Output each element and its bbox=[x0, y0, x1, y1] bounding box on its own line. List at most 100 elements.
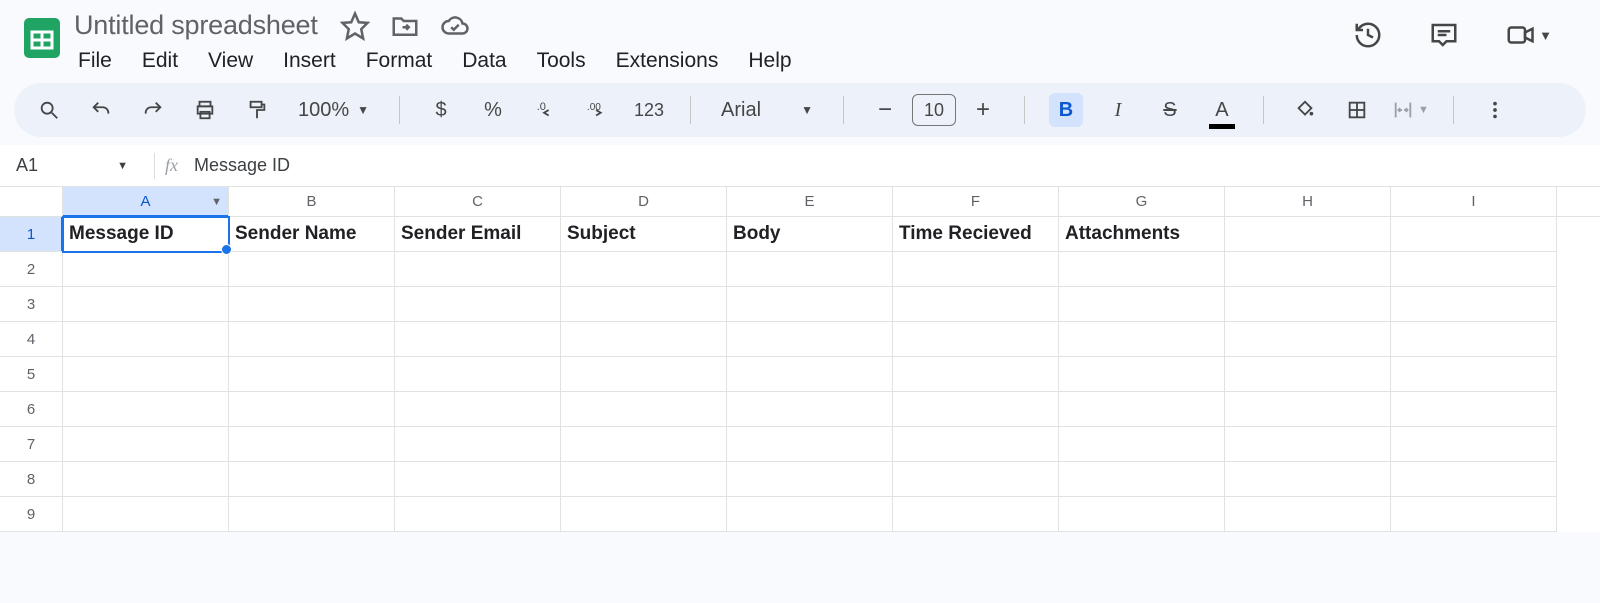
cell[interactable] bbox=[561, 392, 727, 427]
cell[interactable] bbox=[893, 427, 1059, 462]
cell[interactable] bbox=[727, 357, 893, 392]
cell-e1[interactable]: Body bbox=[727, 217, 893, 252]
row-header-5[interactable]: 5 bbox=[0, 357, 63, 392]
font-size-input[interactable]: 10 bbox=[912, 94, 956, 126]
cell[interactable] bbox=[727, 287, 893, 322]
column-header-d[interactable]: D bbox=[561, 187, 727, 216]
cell[interactable] bbox=[893, 252, 1059, 287]
cell[interactable] bbox=[63, 287, 229, 322]
cell[interactable] bbox=[1391, 252, 1557, 287]
cell[interactable] bbox=[1225, 322, 1391, 357]
history-icon[interactable] bbox=[1353, 20, 1383, 50]
cell[interactable] bbox=[1391, 322, 1557, 357]
cell[interactable] bbox=[1059, 497, 1225, 532]
cell[interactable] bbox=[1391, 392, 1557, 427]
name-box[interactable]: A1 ▼ bbox=[0, 155, 140, 176]
bold-button[interactable]: B bbox=[1049, 93, 1083, 127]
cell[interactable] bbox=[63, 252, 229, 287]
cloud-status-icon[interactable] bbox=[440, 11, 470, 41]
cell[interactable] bbox=[1391, 497, 1557, 532]
cell[interactable] bbox=[727, 462, 893, 497]
more-icon[interactable] bbox=[1478, 93, 1512, 127]
column-header-h[interactable]: H bbox=[1225, 187, 1391, 216]
column-header-i[interactable]: I bbox=[1391, 187, 1557, 216]
cell[interactable] bbox=[395, 497, 561, 532]
undo-icon[interactable] bbox=[84, 93, 118, 127]
cell[interactable] bbox=[229, 497, 395, 532]
cell[interactable] bbox=[1059, 392, 1225, 427]
cell[interactable] bbox=[395, 427, 561, 462]
print-icon[interactable] bbox=[188, 93, 222, 127]
row-header-6[interactable]: 6 bbox=[0, 392, 63, 427]
cell[interactable] bbox=[1059, 252, 1225, 287]
chevron-down-icon[interactable]: ▼ bbox=[1539, 28, 1552, 43]
cell[interactable] bbox=[561, 357, 727, 392]
menu-format[interactable]: Format bbox=[366, 49, 433, 73]
cell[interactable] bbox=[229, 357, 395, 392]
document-title[interactable]: Untitled spreadsheet bbox=[74, 10, 318, 41]
cell-g1[interactable]: Attachments bbox=[1059, 217, 1225, 252]
cell[interactable] bbox=[395, 462, 561, 497]
text-color-button[interactable]: A bbox=[1205, 93, 1239, 127]
cell[interactable] bbox=[63, 392, 229, 427]
cell[interactable] bbox=[561, 427, 727, 462]
cell[interactable] bbox=[63, 497, 229, 532]
menu-tools[interactable]: Tools bbox=[537, 49, 586, 73]
menu-data[interactable]: Data bbox=[462, 49, 506, 73]
cell[interactable] bbox=[395, 287, 561, 322]
menu-help[interactable]: Help bbox=[748, 49, 791, 73]
cell[interactable] bbox=[727, 497, 893, 532]
cell[interactable] bbox=[727, 427, 893, 462]
cell[interactable] bbox=[229, 427, 395, 462]
search-icon[interactable] bbox=[32, 93, 66, 127]
row-header-7[interactable]: 7 bbox=[0, 427, 63, 462]
cell[interactable] bbox=[1225, 287, 1391, 322]
cell[interactable] bbox=[893, 392, 1059, 427]
cell[interactable] bbox=[1059, 357, 1225, 392]
decrease-decimal-icon[interactable]: .0 bbox=[528, 93, 562, 127]
cell[interactable] bbox=[1391, 287, 1557, 322]
cell[interactable] bbox=[893, 357, 1059, 392]
cell[interactable] bbox=[1225, 462, 1391, 497]
menu-extensions[interactable]: Extensions bbox=[616, 49, 719, 73]
column-header-g[interactable]: G bbox=[1059, 187, 1225, 216]
borders-icon[interactable] bbox=[1340, 93, 1374, 127]
cell[interactable] bbox=[1059, 287, 1225, 322]
cell-b1[interactable]: Sender Name bbox=[229, 217, 395, 252]
cell[interactable] bbox=[229, 322, 395, 357]
cell[interactable] bbox=[1059, 462, 1225, 497]
cell[interactable] bbox=[727, 322, 893, 357]
percent-button[interactable]: % bbox=[476, 93, 510, 127]
cell[interactable] bbox=[561, 462, 727, 497]
column-header-e[interactable]: E bbox=[727, 187, 893, 216]
row-header-9[interactable]: 9 bbox=[0, 497, 63, 532]
fill-color-icon[interactable] bbox=[1288, 93, 1322, 127]
cell[interactable] bbox=[893, 287, 1059, 322]
cell[interactable] bbox=[1059, 322, 1225, 357]
cell-d1[interactable]: Subject bbox=[561, 217, 727, 252]
select-all-corner[interactable] bbox=[0, 187, 63, 216]
cell[interactable] bbox=[893, 497, 1059, 532]
cell-f1[interactable]: Time Recieved bbox=[893, 217, 1059, 252]
comment-icon[interactable] bbox=[1429, 20, 1459, 50]
cell[interactable] bbox=[395, 322, 561, 357]
strikethrough-button[interactable]: S bbox=[1153, 93, 1187, 127]
cell[interactable] bbox=[1225, 392, 1391, 427]
merge-cells-button[interactable]: ▼ bbox=[1392, 93, 1429, 127]
row-header-2[interactable]: 2 bbox=[0, 252, 63, 287]
menu-insert[interactable]: Insert bbox=[283, 49, 336, 73]
cell[interactable] bbox=[63, 427, 229, 462]
sheets-logo-icon[interactable] bbox=[18, 14, 66, 62]
column-header-c[interactable]: C bbox=[395, 187, 561, 216]
cell[interactable] bbox=[395, 252, 561, 287]
cell[interactable] bbox=[63, 357, 229, 392]
cell[interactable] bbox=[1225, 357, 1391, 392]
formula-input[interactable]: Message ID bbox=[194, 155, 290, 176]
cell[interactable] bbox=[1391, 357, 1557, 392]
column-header-f[interactable]: F bbox=[893, 187, 1059, 216]
menu-view[interactable]: View bbox=[208, 49, 253, 73]
cell[interactable] bbox=[1391, 462, 1557, 497]
meet-icon[interactable] bbox=[1505, 20, 1535, 50]
increase-font-size-button[interactable]: + bbox=[966, 93, 1000, 127]
zoom-select[interactable]: 100%▼ bbox=[298, 99, 369, 122]
